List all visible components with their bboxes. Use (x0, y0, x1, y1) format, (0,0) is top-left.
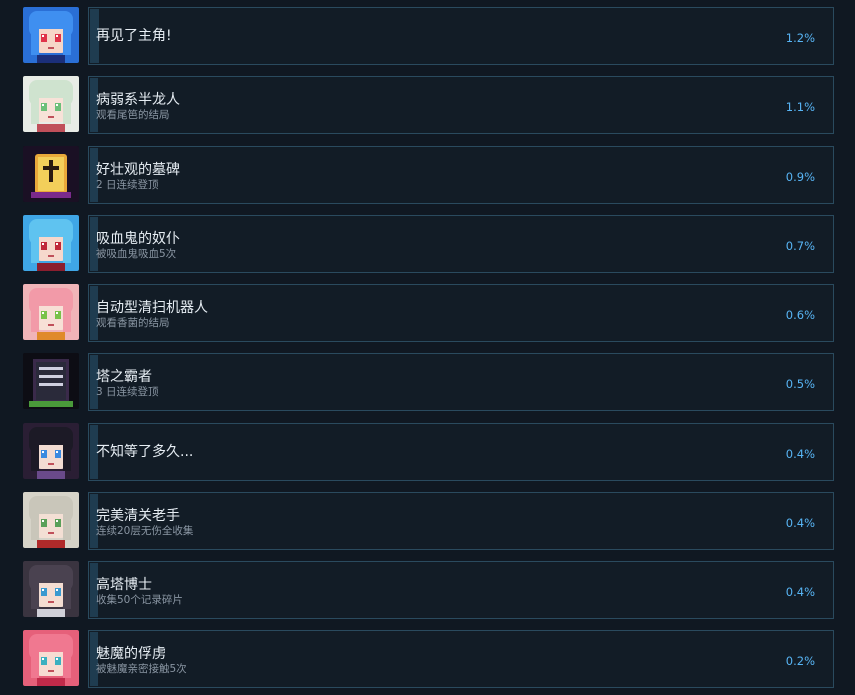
global-unlock-percent: 0.4% (785, 447, 815, 461)
achievement-card[interactable]: 好壮观的墓碑 2 日连续登顶 0.9% (88, 146, 834, 204)
global-unlock-percent: 0.9% (785, 170, 815, 184)
global-unlock-percent: 0.2% (785, 654, 815, 668)
blue-hair-girl-icon (23, 7, 79, 63)
achievement-row[interactable]: 高塔博士 收集50个记录碎片 0.4% (0, 561, 855, 621)
achievement-title: 好壮观的墓碑 (96, 162, 180, 178)
global-unlock-percent: 0.5% (785, 377, 815, 391)
achievement-description: 观看尾笆的结局 (96, 109, 170, 121)
achievement-row[interactable]: 塔之霸者 3 日连续登顶 0.5% (0, 353, 855, 413)
tower-monument-icon (23, 353, 79, 409)
pink-hair-robot-girl-icon (23, 284, 79, 340)
achievement-title: 完美清关老手 (96, 508, 180, 524)
tombstone-icon (23, 146, 79, 202)
achievement-title: 吸血鬼的奴仆 (96, 231, 180, 247)
achievement-card[interactable]: 高塔博士 收集50个记录碎片 0.4% (88, 561, 834, 619)
achievement-description: 被吸血鬼吸血5次 (96, 248, 177, 260)
achievement-card[interactable]: 再见了主角! 1.2% (88, 7, 834, 65)
achievement-card[interactable]: 完美清关老手 连续20层无伤全收集 0.4% (88, 492, 834, 550)
achievement-description: 连续20层无伤全收集 (96, 525, 194, 537)
achievement-row[interactable]: 再见了主角! 1.2% (0, 7, 855, 67)
achievement-description: 被魅魔亲密接触5次 (96, 663, 187, 675)
achievement-card[interactable]: 魅魔的俘虏 被魅魔亲密接触5次 0.2% (88, 630, 834, 688)
achievement-title: 不知等了多久... (96, 444, 194, 460)
achievement-card[interactable]: 病弱系半龙人 观看尾笆的结局 1.1% (88, 76, 834, 134)
dark-hair-girl-icon (23, 423, 79, 479)
gray-hair-girl-icon (23, 492, 79, 548)
achievement-title: 魅魔的俘虏 (96, 646, 166, 662)
global-unlock-percent: 1.1% (785, 100, 815, 114)
horned-girl-icon (23, 561, 79, 617)
achievement-description: 2 日连续登顶 (96, 179, 159, 191)
vampire-girl-icon (23, 215, 79, 271)
green-hair-girl-icon (23, 76, 79, 132)
achievement-row[interactable]: 完美清关老手 连续20层无伤全收集 0.4% (0, 492, 855, 552)
achievement-card[interactable]: 塔之霸者 3 日连续登顶 0.5% (88, 353, 834, 411)
achievement-card[interactable]: 吸血鬼的奴仆 被吸血鬼吸血5次 0.7% (88, 215, 834, 273)
global-unlock-percent: 0.4% (785, 516, 815, 530)
achievement-title: 自动型清扫机器人 (96, 300, 208, 316)
achievement-title: 高塔博士 (96, 577, 152, 593)
achievement-row[interactable]: 不知等了多久... 0.4% (0, 423, 855, 483)
achievement-row[interactable]: 好壮观的墓碑 2 日连续登顶 0.9% (0, 146, 855, 206)
achievement-row[interactable]: 吸血鬼的奴仆 被吸血鬼吸血5次 0.7% (0, 215, 855, 275)
global-unlock-percent: 0.4% (785, 585, 815, 599)
global-unlock-percent: 0.7% (785, 239, 815, 253)
achievement-row[interactable]: 病弱系半龙人 观看尾笆的结局 1.1% (0, 76, 855, 136)
achievement-row[interactable]: 自动型清扫机器人 观看香菌的结局 0.6% (0, 284, 855, 344)
achievement-description: 观看香菌的结局 (96, 317, 170, 329)
achievement-title: 塔之霸者 (96, 369, 152, 385)
achievement-title: 病弱系半龙人 (96, 92, 180, 108)
achievement-card[interactable]: 自动型清扫机器人 观看香菌的结局 0.6% (88, 284, 834, 342)
achievement-description: 收集50个记录碎片 (96, 594, 183, 606)
achievement-title: 再见了主角! (96, 28, 172, 44)
achievement-card[interactable]: 不知等了多久... 0.4% (88, 423, 834, 481)
global-unlock-percent: 0.6% (785, 308, 815, 322)
succubus-girl-icon (23, 630, 79, 686)
achievement-description: 3 日连续登顶 (96, 386, 159, 398)
global-unlock-percent: 1.2% (785, 31, 815, 45)
achievement-row[interactable]: 魅魔的俘虏 被魅魔亲密接触5次 0.2% (0, 630, 855, 690)
